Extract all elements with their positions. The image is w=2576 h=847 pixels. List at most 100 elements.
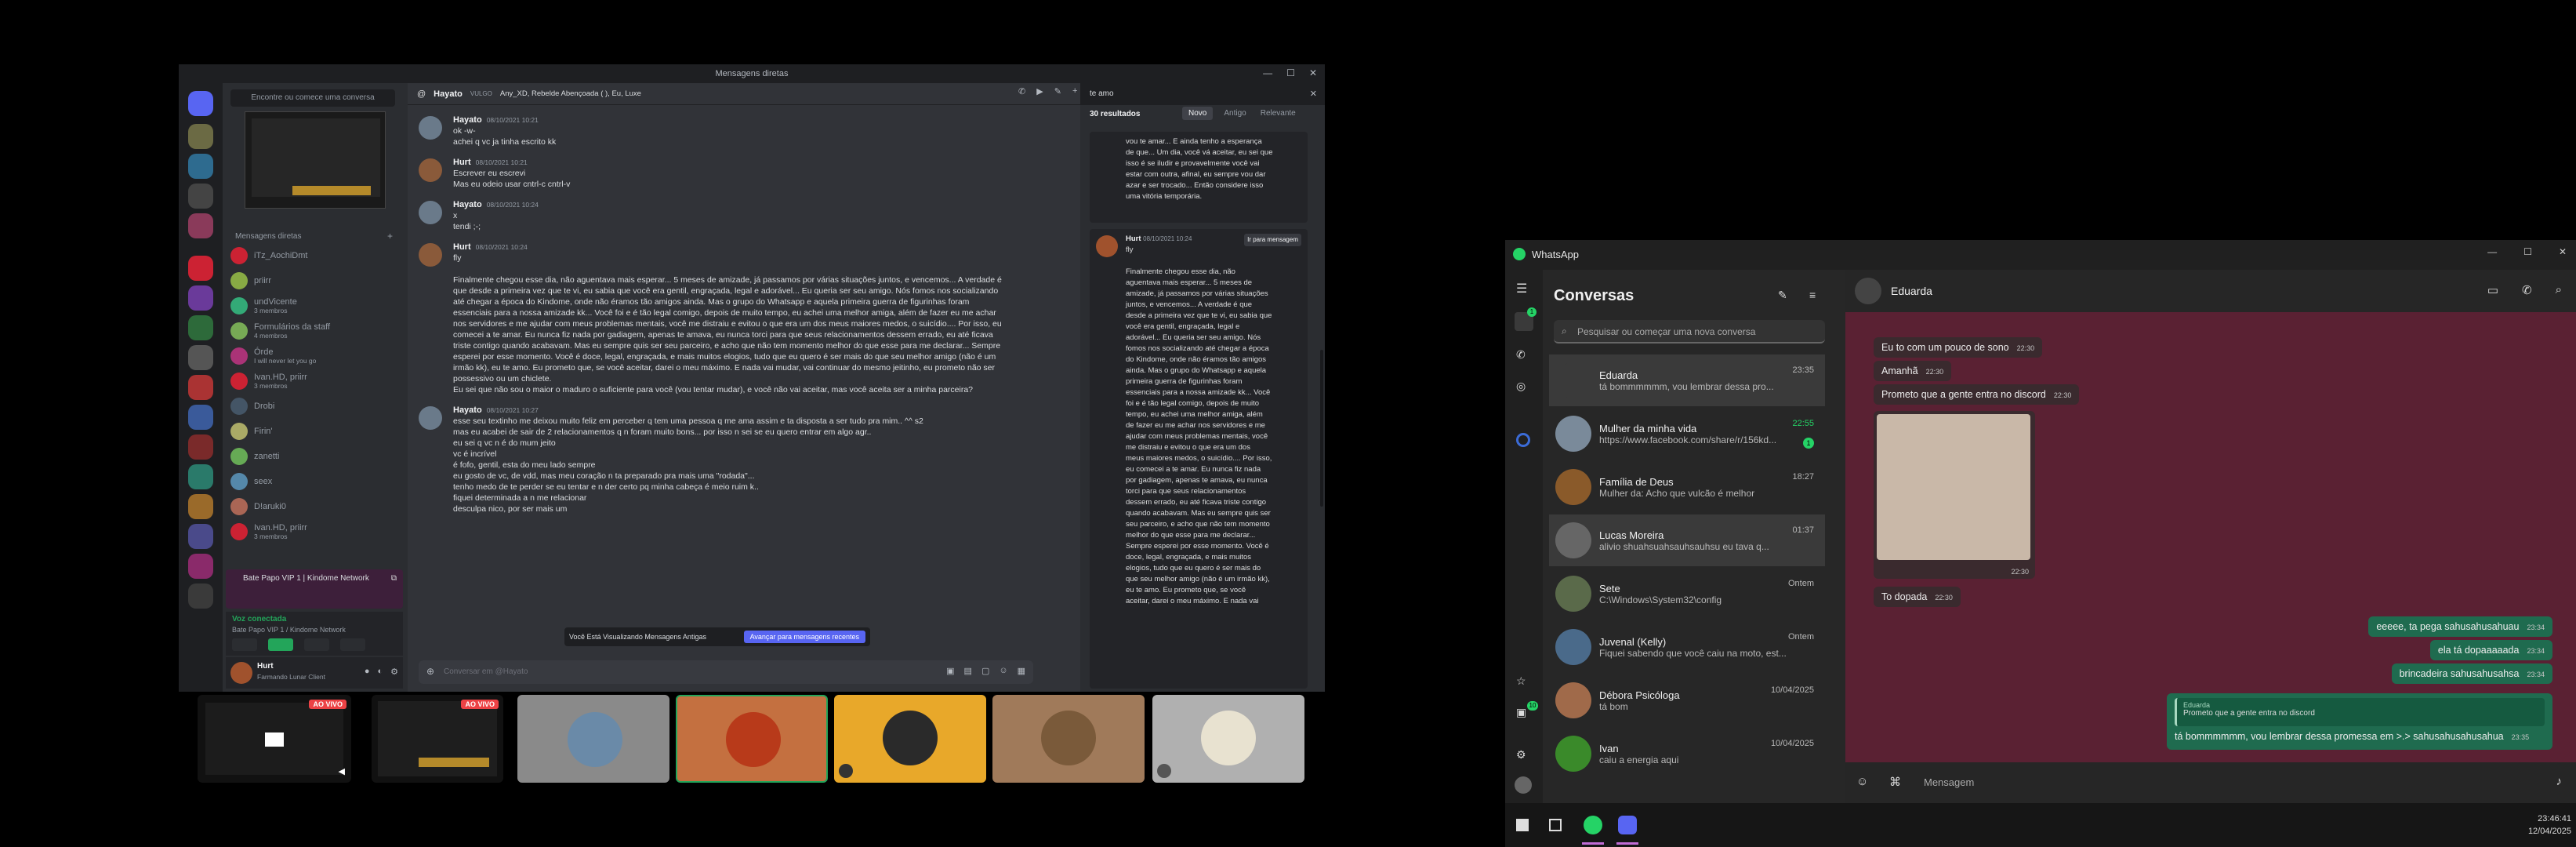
server-icon[interactable] [188, 154, 213, 179]
server-icon[interactable] [188, 554, 213, 579]
dm-item[interactable]: seex [230, 471, 392, 493]
whatsapp-taskbar-icon[interactable] [1584, 816, 1602, 834]
archive-icon[interactable]: ▣ [1516, 706, 1526, 719]
chat-message[interactable]: Hayato 08/10/2021 10:24 x tendi ;-; [419, 199, 1061, 232]
avatar[interactable] [419, 201, 442, 224]
starred-icon[interactable]: ☆ [1516, 674, 1526, 688]
server-icon[interactable] [188, 524, 213, 549]
image-message[interactable]: 22:30 [1874, 411, 2035, 579]
add-attachment-icon[interactable]: ⊕ [426, 666, 434, 677]
message-author[interactable]: Hayato [453, 200, 482, 209]
reply-quote[interactable]: Eduarda Prometo que a gente entra no dis… [2175, 698, 2545, 726]
server-icon[interactable] [188, 494, 213, 519]
message-author[interactable]: Hurt [453, 158, 471, 167]
gift-icon[interactable]: ▣ [946, 666, 954, 676]
activities-button[interactable] [304, 638, 329, 651]
server-icon[interactable] [188, 285, 213, 311]
gear-icon[interactable]: ⚙ [390, 667, 398, 677]
jump-to-message-button[interactable]: Ir para mensagem [1244, 234, 1301, 246]
attach-icon[interactable]: ⌘ [1889, 775, 1901, 789]
add-member-icon[interactable]: + [1072, 86, 1077, 96]
scrollbar[interactable] [1320, 350, 1323, 507]
server-icon[interactable] [188, 256, 213, 281]
message-bubble-out[interactable]: brincadeira sahusahusahsa 23:34 [2391, 663, 2552, 684]
emoji-icon[interactable]: ☺ [1856, 775, 1868, 788]
headphones-icon[interactable]: ◐ [377, 667, 383, 677]
server-icon[interactable] [188, 464, 213, 489]
discord-taskbar-icon[interactable] [1618, 816, 1637, 834]
avatar[interactable] [419, 158, 442, 182]
dm-item[interactable]: iTz_AochiDmt [230, 245, 392, 267]
close-icon[interactable]: ✕ [1309, 67, 1317, 78]
search-result[interactable]: Hurt 08/10/2021 10:24 Ir para mensagem f… [1090, 229, 1308, 689]
search-input[interactable]: ⌕ Pesquisar ou começar uma nova conversa [1554, 320, 1825, 344]
dm-item[interactable]: zanetti [230, 445, 392, 467]
conversation-item[interactable]: Eduarda tá bommmmmm, vou lembrar dessa pr… [1549, 354, 1825, 406]
conversation-item[interactable]: 1 Mulher da minha vida https://www.faceboo… [1549, 408, 1825, 460]
screen-share-button[interactable] [268, 638, 293, 651]
close-icon[interactable]: ✕ [2559, 246, 2567, 257]
profile-avatar[interactable] [1515, 776, 1532, 794]
tab-relevant[interactable]: Relevante [1257, 107, 1299, 120]
maximize-icon[interactable]: ☐ [1286, 67, 1295, 78]
windows-start-icon[interactable] [1516, 819, 1529, 831]
phone-icon[interactable]: ✆ [1018, 86, 1025, 96]
search-icon[interactable]: ⌕ [2556, 283, 2562, 297]
participant-tile[interactable] [992, 695, 1145, 783]
popout-icon[interactable]: ⧉ [391, 574, 397, 583]
avatar[interactable] [419, 116, 442, 140]
avatar[interactable] [419, 243, 442, 267]
conversation-item[interactable]: Ivan caiu a energia aqui 10/04/2025 [1549, 728, 1825, 780]
dm-item[interactable]: Formulários da staff 4 membros [230, 320, 392, 342]
video-call-icon[interactable]: ▭ [2487, 283, 2498, 297]
tab-new[interactable]: Novo [1182, 107, 1214, 120]
voice-call-icon[interactable]: ✆ [2522, 283, 2532, 297]
message-bubble-out[interactable]: eeeee, ta pega sahusahusahuau 23:34 [2368, 616, 2552, 637]
minimize-icon[interactable]: — [2487, 246, 2497, 257]
server-icon[interactable] [188, 434, 213, 460]
chat-message[interactable]: Hurt 08/10/2021 10:21 Escrever eu escrevi M… [419, 157, 1061, 190]
message-bubble-in[interactable]: To dopada 22:30 [1874, 587, 1961, 607]
sticker-icon[interactable]: ▢ [981, 666, 989, 676]
new-chat-icon[interactable]: ✎ [1778, 289, 1787, 302]
dm-item[interactable]: undVicente 3 membros [230, 295, 392, 317]
stream-tile[interactable]: AO VIVO ◀ [198, 695, 351, 783]
settings-icon[interactable]: ⚙ [1516, 748, 1526, 762]
dm-item[interactable]: Drobi [230, 395, 392, 417]
video-icon[interactable]: ▶ [1036, 86, 1043, 96]
voice-banner[interactable]: Bate Papo VIP 1 | Kindome Network ⧉ [226, 569, 403, 609]
chat-message[interactable]: Hayato 08/10/2021 10:27 esse seu textinho … [419, 405, 1061, 514]
conversation-item[interactable]: Débora Psicóloga tá bom 10/04/2025 [1549, 674, 1825, 726]
emoji-icon[interactable]: ☺ [999, 666, 1007, 676]
participant-tile[interactable] [834, 695, 986, 783]
camera-button[interactable] [232, 638, 257, 651]
composer-input[interactable]: Conversar em @Hayato [444, 667, 528, 676]
minimize-icon[interactable]: — [1263, 67, 1272, 78]
conversation-item[interactable]: Juvenal (Kelly) Fiquei sabendo que você c… [1549, 621, 1825, 673]
close-search-icon[interactable]: ✕ [1310, 89, 1317, 99]
filter-icon[interactable]: ≡ [1809, 289, 1816, 301]
message-author[interactable]: Hurt [453, 242, 471, 252]
find-conversation-input[interactable]: Encontre ou comece uma conversa [230, 89, 395, 107]
server-icon[interactable] [188, 583, 213, 609]
message-input[interactable]: Mensagem [1924, 776, 1974, 788]
dm-item[interactable]: priirr [230, 270, 392, 292]
maximize-icon[interactable]: ☐ [2523, 246, 2532, 257]
dm-item[interactable]: Ivan.HD, priirr 3 membros [230, 370, 392, 392]
dm-item[interactable]: Órde I will never let you go [230, 345, 392, 367]
discord-home-icon[interactable] [188, 91, 213, 116]
avatar[interactable] [1855, 278, 1881, 304]
dm-item[interactable]: D!aruki0 [230, 496, 392, 518]
message-author[interactable]: Hayato [453, 115, 482, 125]
chat-message[interactable]: Hayato 08/10/2021 10:21 ok -w-achei q vc j… [419, 115, 1061, 147]
server-icon[interactable] [188, 375, 213, 400]
avatar[interactable] [419, 406, 442, 430]
message-author[interactable]: Hayato [453, 405, 482, 415]
reply-bubble-out[interactable]: Eduarda Prometo que a gente entra no dis… [2167, 693, 2552, 750]
message-bubble-in[interactable]: Eu to com um pouco de sono 22:30 [1874, 337, 2043, 358]
status-icon[interactable]: ◎ [1516, 380, 1526, 393]
soundboard-button[interactable] [340, 638, 365, 651]
clock[interactable]: 23:46:41 12/04/2025 [2528, 812, 2571, 838]
speaker-icon[interactable]: ◀ [339, 766, 345, 776]
jump-recent-button[interactable]: Avançar para mensagens recentes [743, 631, 865, 643]
